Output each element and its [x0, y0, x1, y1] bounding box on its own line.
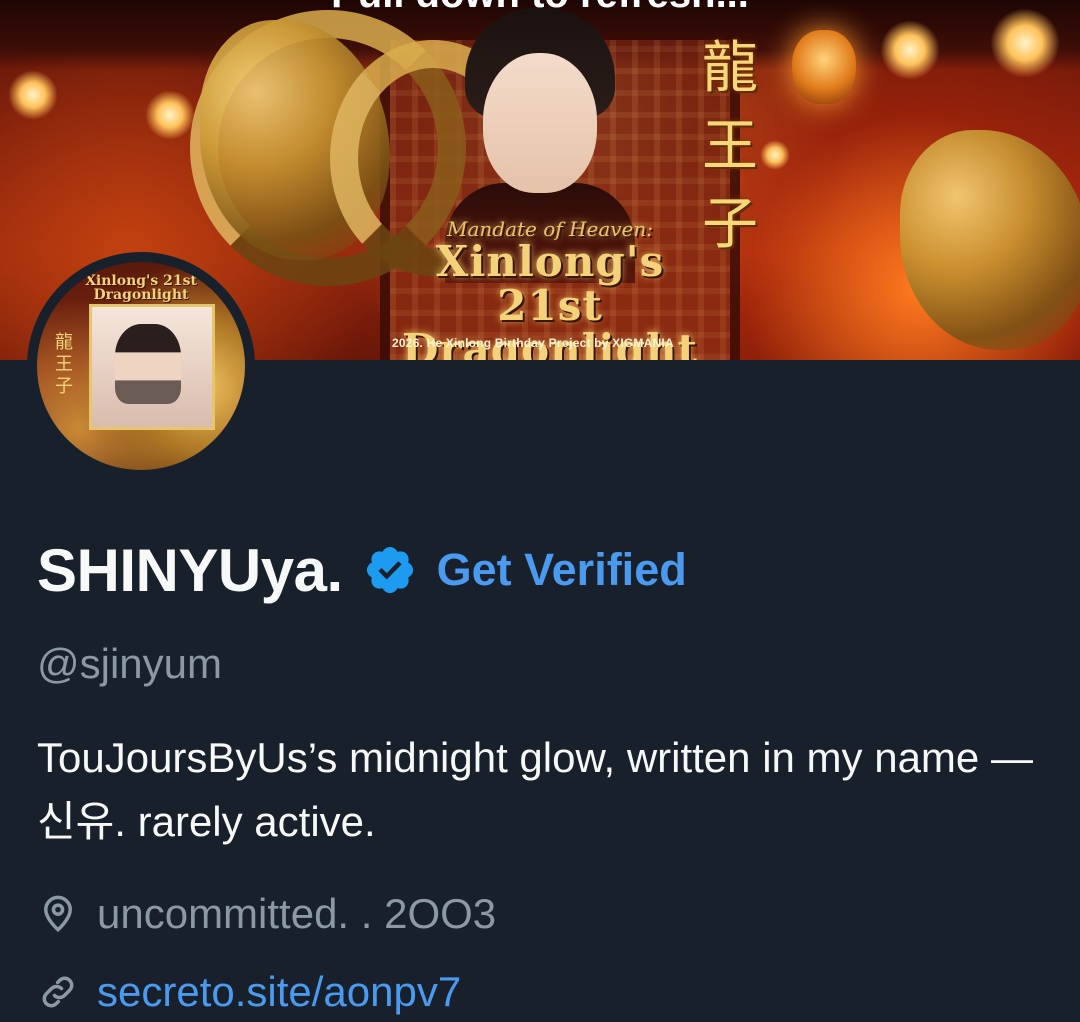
profile-page: 龍王子 Mandate of Heaven: Xinlong's 21st Dr…	[0, 0, 1080, 1022]
light-glow	[990, 8, 1060, 78]
verified-badge-icon[interactable]	[363, 543, 417, 597]
avatar-caption: Xinlong's 21st Dragonlight	[85, 273, 197, 303]
display-name: SHINYUya.	[37, 536, 343, 604]
avatar[interactable]: Xinlong's 21st Dragonlight 龍王子	[27, 252, 255, 480]
light-glow	[880, 20, 940, 80]
location-row: uncommitted. . 2OO3	[37, 890, 496, 938]
display-name-row: SHINYUya. Get Verified	[37, 530, 687, 610]
light-glow	[760, 140, 790, 170]
banner-credit: 2026. He Xinlong Birthday Project by XIG…	[392, 336, 674, 350]
banner-title-line-1: Xinlong's 21st	[435, 237, 665, 330]
location-pin-icon	[43, 895, 73, 933]
light-glow	[8, 70, 58, 120]
avatar-image: Xinlong's 21st Dragonlight 龍王子	[37, 262, 245, 470]
link-icon	[42, 976, 74, 1008]
pull-to-refresh-text: Pull down to refresh...	[0, 0, 1080, 14]
lantern	[792, 30, 856, 104]
bio: TouJoursByUs’s midnight glow, written in…	[37, 734, 1033, 845]
light-glow	[145, 90, 195, 140]
location-text: uncommitted. . 2OO3	[97, 890, 497, 937]
dragon-right	[900, 130, 1080, 350]
avatar-person	[115, 324, 181, 404]
get-verified-button[interactable]: Get Verified	[437, 544, 687, 596]
handle: @sjinyum	[37, 640, 223, 687]
website-link[interactable]: secreto.site/aonpv7	[97, 968, 461, 1016]
website-row: secreto.site/aonpv7	[37, 968, 461, 1016]
avatar-chinese-chars: 龍王子	[55, 332, 73, 397]
